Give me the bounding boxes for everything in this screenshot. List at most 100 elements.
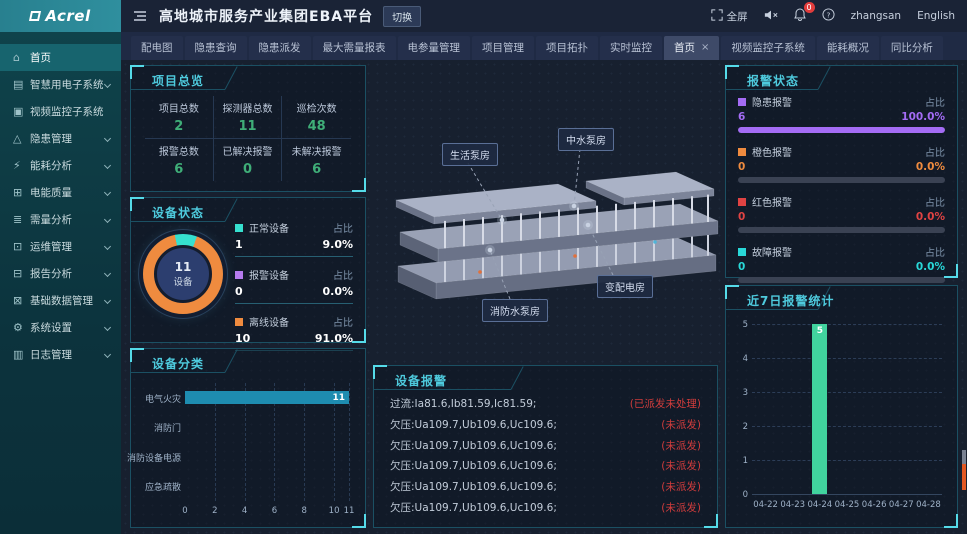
- building-label-reclaimed-water-pump-room[interactable]: 中水泵房: [558, 128, 614, 151]
- tab-label: 首页: [674, 40, 695, 55]
- legend-values: 00.0%: [738, 209, 945, 227]
- tab-max-demand-report[interactable]: 最大需量报表: [313, 36, 396, 60]
- building-label-fire-water-pump-room[interactable]: 消防水泵房: [482, 299, 548, 322]
- x-tick-label: 4: [237, 506, 253, 516]
- building-label-life-pump-room[interactable]: 生活泵房: [442, 143, 498, 166]
- sidebar-collapse-icon[interactable]: [133, 10, 147, 22]
- sidebar-item-label: 电能质量: [30, 185, 72, 200]
- tab-energy-overview[interactable]: 能耗概况: [817, 36, 879, 60]
- device-alarm-row[interactable]: 欠压:Ua109.7,Ub109.6,Uc109.6;(未派发): [390, 458, 701, 473]
- tab-yoy-analysis[interactable]: 同比分析: [881, 36, 943, 60]
- device-alarm-row[interactable]: 欠压:Ua109.7,Ub109.6,Uc109.6;(未派发): [390, 438, 701, 453]
- ratio-label: 占比: [333, 220, 353, 235]
- help-button[interactable]: ?: [822, 8, 835, 24]
- alarm-ratio: 100.0%: [901, 111, 945, 123]
- sidebar-item-system-settings[interactable]: ⚙系统设置: [0, 314, 121, 341]
- sidebar-item-hazard-mgmt[interactable]: △隐患管理: [0, 125, 121, 152]
- donut-center: 11 设备: [154, 245, 212, 303]
- legend-ratio: 9.0%: [322, 238, 353, 251]
- sidebar-item-video-monitor-subsystem[interactable]: ▣视频监控子系统: [0, 98, 121, 125]
- brand-logo: Acrel: [0, 0, 121, 32]
- svg-text:?: ?: [826, 10, 830, 19]
- legend-row: 橙色报警占比: [738, 144, 945, 159]
- alarm-status-bar-fill: [738, 127, 945, 133]
- device-alarm-row[interactable]: 过流:Ia81.6,Ib81.59,Ic81.59;(已派发未处理): [390, 396, 701, 411]
- building-3d-view[interactable]: 生活泵房 中水泵房 消防水泵房 变配电房: [370, 60, 720, 360]
- tab-hazard-dispatch[interactable]: 隐患派发: [249, 36, 311, 60]
- sidebar-item-power-quality[interactable]: ⊞电能质量: [0, 179, 121, 206]
- alarm-status-bar-track: [738, 277, 945, 283]
- tab-video-subsystem[interactable]: 视频监控子系统: [721, 36, 815, 60]
- tab-label: 视频监控子系统: [731, 40, 805, 55]
- sidebar-item-smart-power-subsystem[interactable]: ▤智慧用电子系统: [0, 71, 121, 98]
- legend-color-swatch: [235, 271, 243, 279]
- ratio-label: 占比: [925, 194, 945, 209]
- ratio-label: 占比: [925, 144, 945, 159]
- sidebar-item-ops-mgmt[interactable]: ⊡运维管理: [0, 233, 121, 260]
- device-alarm-row[interactable]: 欠压:Ua109.7,Ub109.6,Uc109.6;(未派发): [390, 417, 701, 432]
- chevron-down-icon: [104, 135, 111, 142]
- demand-icon: ≣: [13, 213, 30, 226]
- fullscreen-button[interactable]: 全屏: [711, 9, 748, 24]
- language-switch[interactable]: English: [917, 10, 955, 22]
- panel-notch-diag: [224, 198, 237, 221]
- ratio-label: 占比: [925, 94, 945, 109]
- sidebar-item-log-mgmt[interactable]: ▥日志管理: [0, 341, 121, 368]
- legend-values: 6100.0%: [738, 109, 945, 127]
- tab-electric-param-mgmt[interactable]: 电参量管理: [398, 36, 471, 60]
- stat-value: 48: [308, 119, 326, 134]
- x-tick-label: 04-28: [910, 500, 946, 510]
- log-icon: ▥: [13, 348, 30, 361]
- alarm-status-list: 隐患报警占比6100.0%橙色报警占比00.0%红色报警占比00.0%故障报警占…: [738, 94, 945, 294]
- device-alarm-list: 过流:Ia81.6,Ib81.59,Ic81.59;(已派发未处理) 欠压:Ua1…: [390, 396, 701, 515]
- mute-button[interactable]: [764, 9, 778, 24]
- project-stats-grid: 项目总数2探测器总数11巡检次数48报警总数6已解决报警0未解决报警6: [145, 96, 351, 181]
- sidebar-item-base-data-mgmt[interactable]: ⊠基础数据管理: [0, 287, 121, 314]
- tab-label: 项目管理: [482, 40, 524, 55]
- panel-notch: [726, 309, 818, 310]
- username[interactable]: zhangsan: [851, 10, 901, 22]
- sidebar-item-home[interactable]: ⌂首页: [0, 44, 121, 71]
- notification-bell-button[interactable]: 0: [794, 8, 806, 24]
- alarm-count: 0: [738, 211, 745, 223]
- sidebar-item-report-analysis[interactable]: ⊟报告分析: [0, 260, 121, 287]
- scrollbar-thumb[interactable]: [962, 450, 966, 464]
- tab-home[interactable]: 首页 ×: [664, 36, 719, 60]
- switch-project-button[interactable]: 切换: [383, 6, 421, 27]
- alarm-status-item: 红色报警 占比00.0%: [738, 194, 945, 233]
- panel-notch-diag: [511, 366, 524, 389]
- tab-project-topology[interactable]: 项目拓扑: [536, 36, 598, 60]
- legend-row: 离线设备占比: [235, 314, 353, 329]
- stat-value: 11: [238, 119, 256, 134]
- app-title: 高地城市服务产业集团EBA平台: [159, 6, 373, 26]
- scrollbar-thumb-accent[interactable]: [962, 464, 966, 490]
- tab-hazard-query[interactable]: 隐患查询: [185, 36, 247, 60]
- building-label-transformer-room[interactable]: 变配电房: [597, 275, 653, 298]
- tab-project-mgmt[interactable]: 项目管理: [472, 36, 534, 60]
- tab-label: 实时监控: [610, 40, 652, 55]
- panel-notch: [374, 389, 511, 390]
- legend-row: 故障报警占比: [738, 244, 945, 259]
- legend-label: 红色报警: [752, 194, 792, 209]
- home-icon: ⌂: [13, 51, 30, 64]
- fullscreen-label: 全屏: [727, 9, 748, 24]
- notification-badge: 0: [804, 2, 815, 13]
- legend-color-swatch: [235, 224, 243, 232]
- chevron-down-icon: [104, 162, 111, 169]
- sidebar-item-label: 报告分析: [30, 266, 72, 281]
- chevron-down-icon: [104, 351, 111, 358]
- sidebar-item-demand-analysis[interactable]: ≣需量分析: [0, 206, 121, 233]
- chevron-down-icon: [104, 81, 111, 88]
- panel-device-status: 设备状态 11 设备 正常设备占比19.0%报警设备占比00.0%离线设备占比1…: [130, 197, 366, 343]
- stat-label: 已解决报警: [222, 143, 272, 158]
- tab-distribution-map[interactable]: 配电图: [131, 36, 183, 60]
- tab-close-icon[interactable]: ×: [701, 42, 709, 53]
- device-alarm-row[interactable]: 欠压:Ua109.7,Ub109.6,Uc109.6;(未派发): [390, 479, 701, 494]
- device-alarm-row[interactable]: 欠压:Ua109.7,Ub109.6,Uc109.6;(未派发): [390, 500, 701, 515]
- sidebar-item-energy-analysis[interactable]: ⚡能耗分析: [0, 152, 121, 179]
- legend-values: 19.0%: [235, 235, 353, 257]
- legend-row: 红色报警 占比: [738, 194, 945, 209]
- panel-device-category: 设备分类 024681011电气火灾11消防门消防设备电源应急疏散: [130, 348, 366, 528]
- tab-label: 能耗概况: [827, 40, 869, 55]
- tab-realtime-monitor[interactable]: 实时监控: [600, 36, 662, 60]
